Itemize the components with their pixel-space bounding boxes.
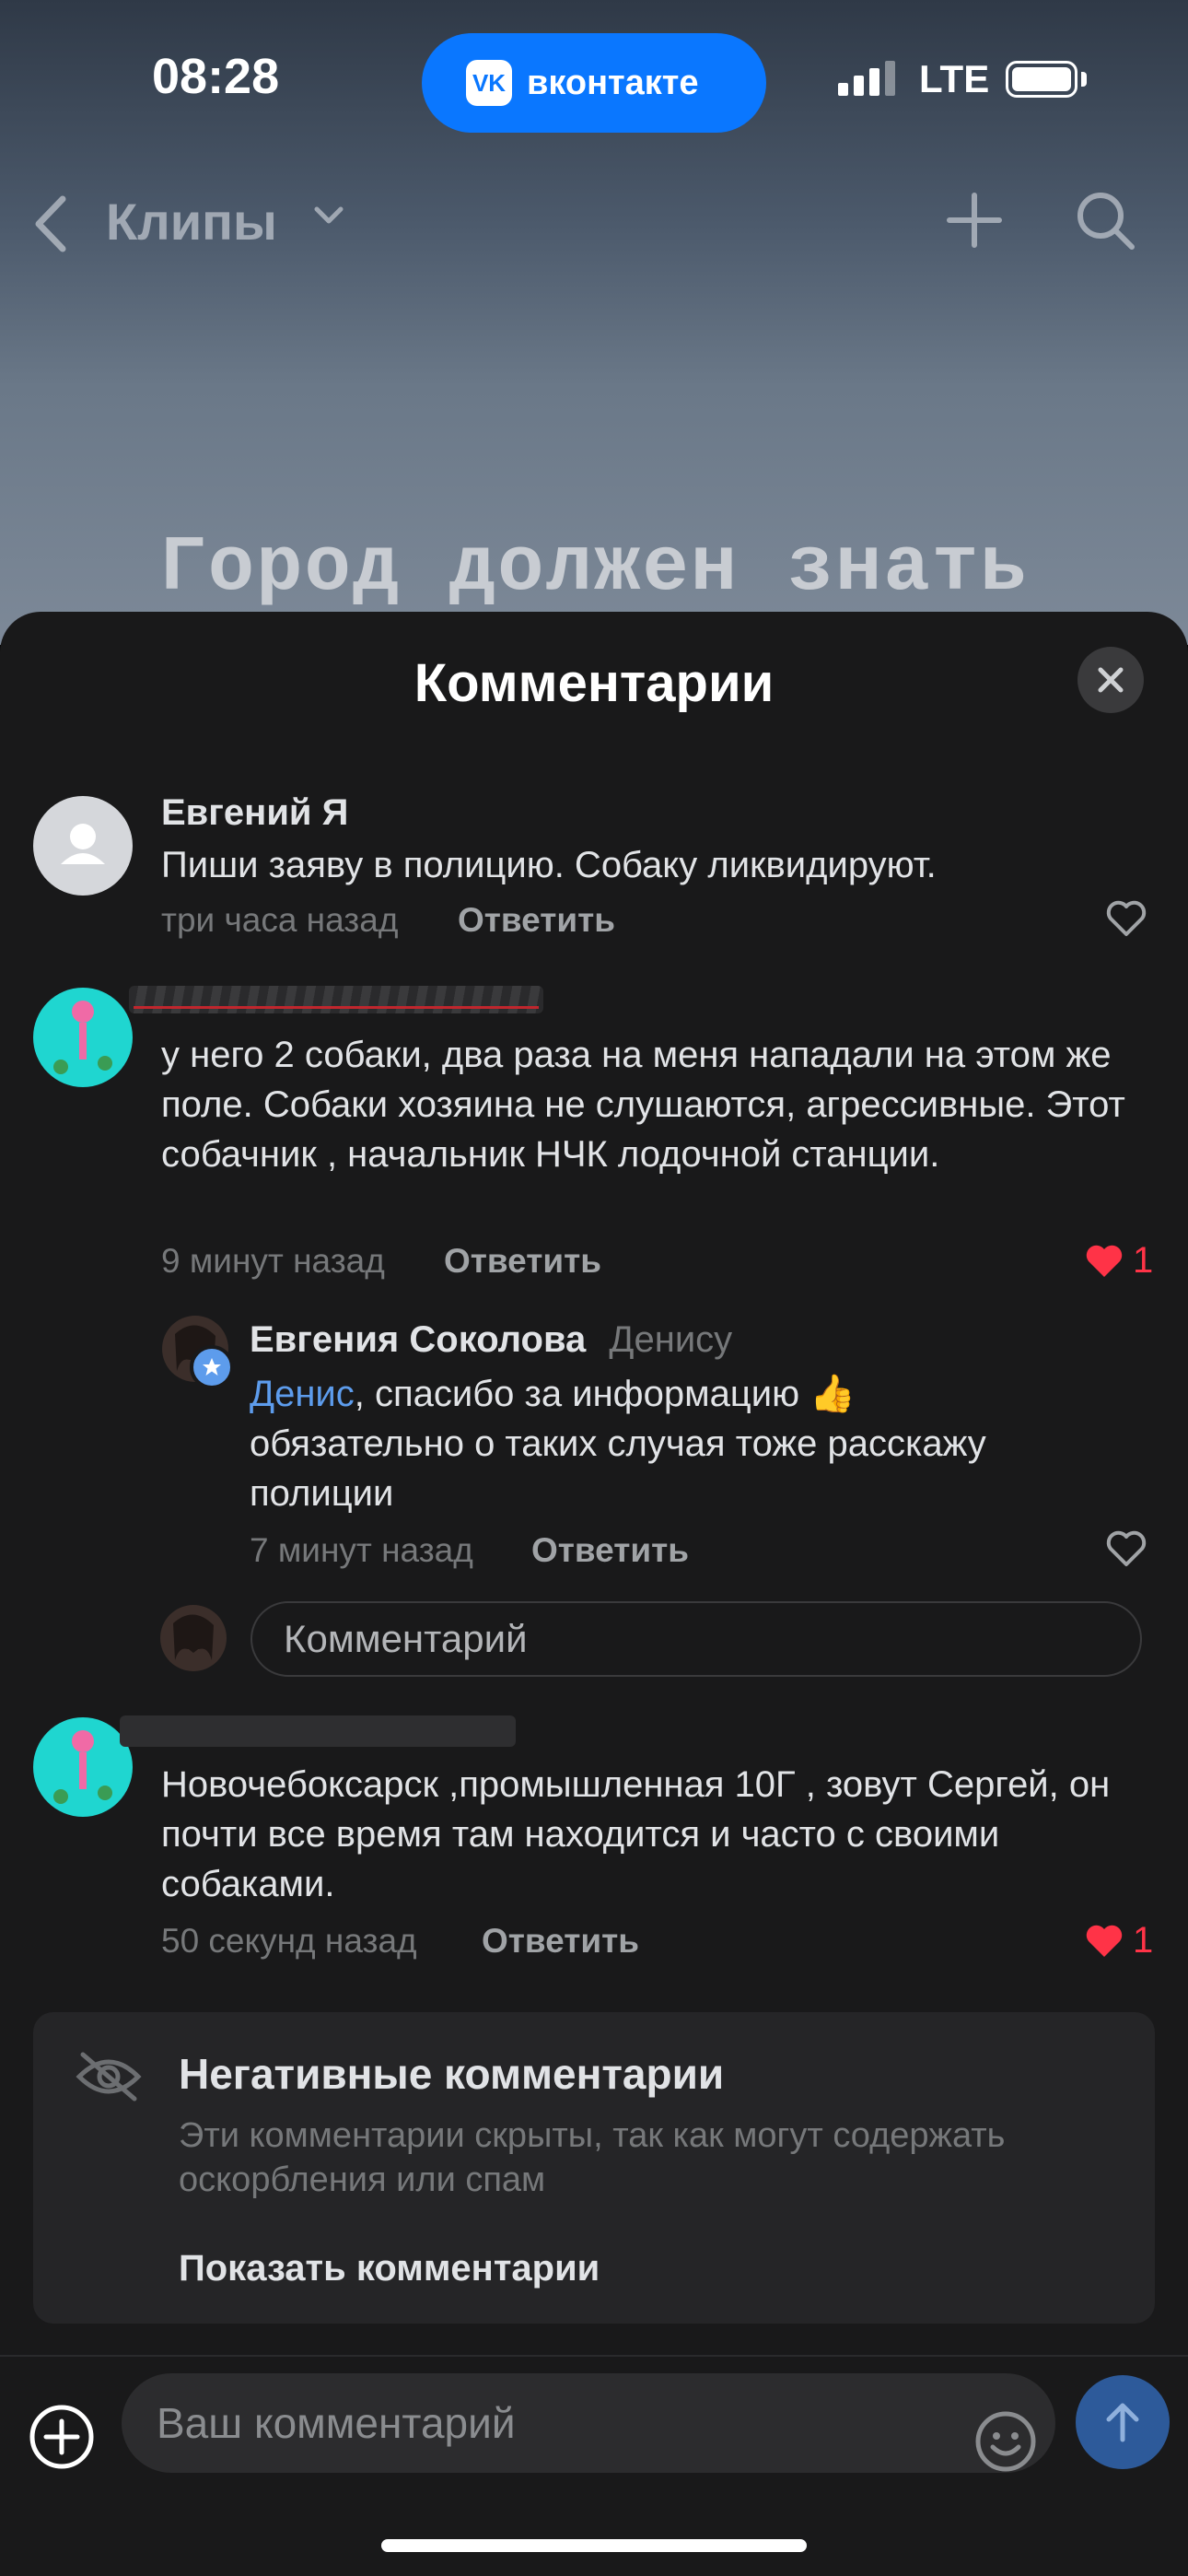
redacted-author-name: [129, 986, 543, 1013]
reply-button[interactable]: Ответить: [458, 901, 615, 940]
avatar[interactable]: [33, 796, 133, 896]
comment-time: 50 секунд назад: [161, 1922, 417, 1960]
author-name[interactable]: Евгения Соколова: [250, 1319, 586, 1360]
reply-to[interactable]: Денису: [609, 1319, 732, 1360]
smiley-icon: [975, 2411, 1036, 2472]
comment-text: Денис, спасибо за информацию 👍 обязатель…: [250, 1369, 1078, 1518]
heart-outline-icon: [1106, 1530, 1147, 1566]
comment-author[interactable]: Евгений Я: [161, 792, 348, 834]
comment-text: Новочебоксарск ,промышленная 10Г , зовут…: [161, 1764, 1111, 1904]
search-icon[interactable]: [1073, 188, 1137, 257]
reply-button[interactable]: Ответить: [444, 1242, 601, 1281]
clip-overlay-text: Город должен знать: [159, 525, 1029, 613]
battery-tip: [1081, 72, 1087, 87]
heart-filled-icon: [1086, 1245, 1123, 1277]
back-chevron-icon[interactable]: [28, 193, 74, 259]
avatar[interactable]: [33, 988, 133, 1087]
vk-app-pill[interactable]: VK вконтакте: [422, 33, 766, 133]
thread-reply-input[interactable]: Комментарий: [250, 1601, 1142, 1677]
status-time: 08:28: [152, 49, 280, 104]
heart-filled-icon: [1086, 1925, 1123, 1957]
status-bar: 08:28 VK вконтакте LTE: [0, 0, 1188, 157]
eye-slash-icon: [74, 2049, 144, 2109]
cellular-signal-icon: [838, 61, 895, 96]
reply-button[interactable]: Ответить: [482, 1922, 639, 1961]
my-avatar: [160, 1605, 227, 1671]
show-comments-button[interactable]: Показать комментарии: [179, 2248, 600, 2289]
comment-time: три часа назад: [161, 901, 399, 939]
comment-text: Пиши заяву в полицию. Собаку ликвидируют…: [161, 845, 937, 885]
emoji-button[interactable]: [974, 2410, 1037, 2477]
like-button[interactable]: 1: [1083, 1920, 1153, 1961]
close-icon: [1098, 667, 1124, 693]
like-button[interactable]: [1105, 1529, 1147, 1568]
send-button[interactable]: [1076, 2375, 1170, 2469]
comment-time: 7 минут назад: [250, 1531, 473, 1569]
add-attachment-button[interactable]: [28, 2403, 96, 2476]
comment-author[interactable]: Евгения Соколова Денису: [250, 1319, 732, 1361]
close-button[interactable]: [1077, 647, 1144, 713]
like-count: 1: [1133, 1920, 1154, 1961]
network-type: LTE: [919, 57, 990, 100]
nav-title[interactable]: Клипы: [106, 192, 277, 252]
sheet-title: Комментарии: [413, 653, 775, 713]
vk-app-label: вконтакте: [527, 63, 699, 102]
like-count: 1: [1133, 1240, 1154, 1281]
user-placeholder-icon: [61, 824, 105, 864]
mention-link[interactable]: Денис: [250, 1374, 355, 1414]
negative-comments-card: Негативные комментарии Эти комментарии с…: [33, 2012, 1155, 2324]
redaction-strike: [134, 1006, 539, 1009]
comment-input[interactable]: Ваш комментарий: [122, 2373, 1055, 2473]
negative-comments-title: Негативные комментарии: [179, 2050, 725, 2098]
like-button[interactable]: [1105, 899, 1147, 938]
like-button[interactable]: 1: [1083, 1240, 1153, 1282]
plus-circle-icon: [29, 2405, 94, 2469]
reply-button[interactable]: Ответить: [531, 1531, 689, 1570]
chevron-down-icon[interactable]: [313, 205, 344, 231]
plus-icon[interactable]: [944, 190, 1005, 255]
avatar[interactable]: [33, 1717, 133, 1817]
comment-text: у него 2 собаки, два раза на меня напада…: [161, 1035, 1125, 1175]
arrow-up-icon: [1106, 2403, 1139, 2442]
heart-outline-icon: [1106, 900, 1147, 936]
comment-text-body: , спасибо за информацию 👍 обязательно о …: [250, 1374, 986, 1514]
negative-comments-description: Эти комментарии скрыты, так как могут со…: [179, 2116, 1006, 2199]
redacted-author-name: [120, 1715, 516, 1747]
battery-icon: [1006, 61, 1077, 98]
comment-time: 9 минут назад: [161, 1242, 385, 1280]
vk-logo-icon: VK: [466, 60, 512, 106]
verified-star-badge-icon: [190, 1345, 234, 1389]
home-indicator[interactable]: [381, 2539, 807, 2552]
clips-nav-bar: Клипы: [0, 175, 1188, 267]
